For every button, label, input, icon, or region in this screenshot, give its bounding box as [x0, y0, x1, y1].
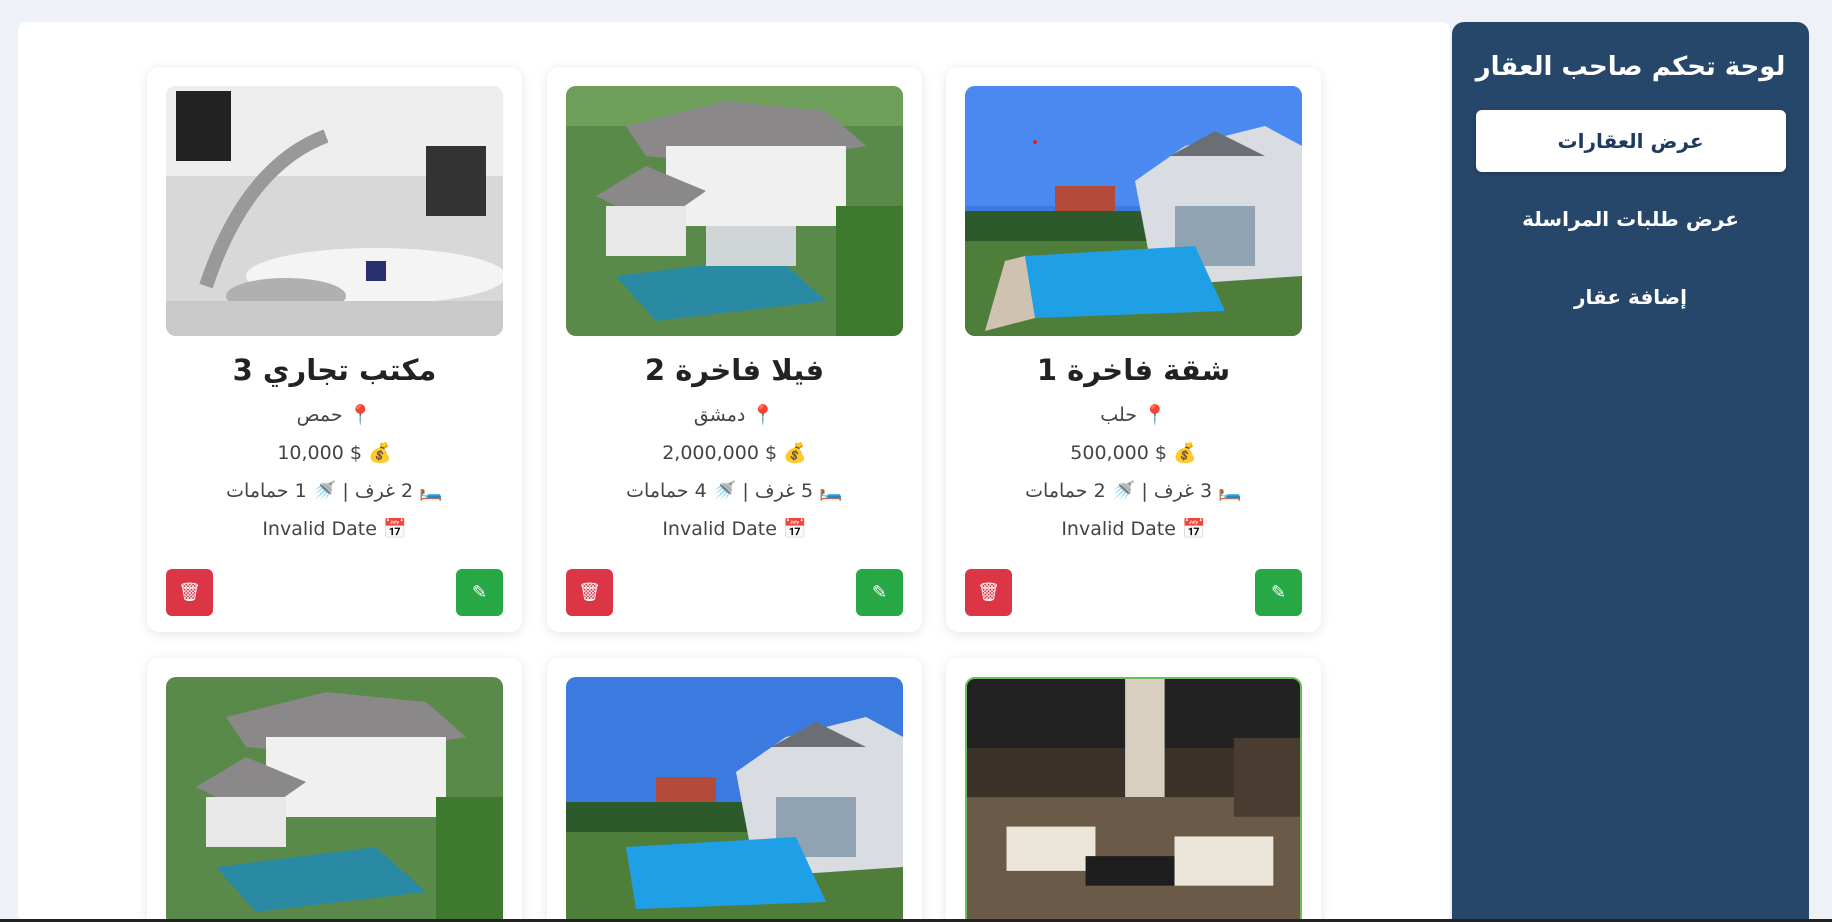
property-date: 📅 Invalid Date: [946, 517, 1321, 540]
property-rooms-baths: 🛏️ 3 غرف | 🚿 2 حمامات: [1025, 480, 1242, 502]
property-date: 📅 Invalid Date: [547, 517, 922, 540]
property-location: 📍 دمشق: [547, 403, 922, 426]
price-text: $ 2,000,000: [662, 442, 778, 464]
price-text: $ 10,000: [277, 442, 362, 464]
property-rooms-baths: 🛏️ 5 غرف | 🚿 4 حمامات: [626, 480, 843, 502]
property-location: 📍 حلب: [946, 403, 1321, 426]
property-card: مكتب تجاري 3 📍 حمص 💰 $ 10,000 🛏️ 2 غرف |…: [147, 67, 522, 632]
sidebar: لوحة تحكم صاحب العقار عرض العقارات عرض ط…: [1452, 22, 1809, 922]
shower-icon: 🚿: [1111, 480, 1136, 502]
baths-text: 4 حمامات: [626, 480, 707, 502]
property-card: [147, 658, 522, 922]
rooms-text: 5 غرف: [754, 480, 814, 502]
delete-button[interactable]: 🗑: [566, 569, 613, 616]
main-content: شقة فاخرة 1 📍 حلب 💰 $ 500,000 🛏️ 3 غرف |…: [18, 22, 1450, 922]
location-text: حمص: [296, 404, 343, 426]
rooms-text: 3 غرف: [1153, 480, 1213, 502]
property-card: [946, 658, 1321, 922]
edit-button[interactable]: ✎: [1255, 569, 1302, 616]
property-card: شقة فاخرة 1 📍 حلب 💰 $ 500,000 🛏️ 3 غرف |…: [946, 67, 1321, 632]
calendar-icon: 📅: [1181, 518, 1206, 540]
nav-view-properties[interactable]: عرض العقارات: [1475, 110, 1786, 172]
property-card: فيلا فاخرة 2 📍 دمشق 💰 $ 2,000,000 🛏️ 5 غ…: [547, 67, 922, 632]
property-image: [965, 86, 1302, 336]
location-text: حلب: [1100, 404, 1137, 426]
edit-button[interactable]: ✎: [856, 569, 903, 616]
property-card: [547, 658, 922, 922]
trash-icon: 🗑: [578, 582, 601, 603]
property-price: 💰 $ 500,000: [946, 441, 1321, 464]
property-image: [166, 86, 503, 336]
money-bag-icon: 💰: [368, 442, 392, 464]
property-image: [566, 677, 903, 922]
location-icon: 📍: [751, 404, 776, 426]
location-icon: 📍: [348, 404, 373, 426]
bed-icon: 🛏️: [819, 480, 843, 502]
dashboard-title: لوحة تحكم صاحب العقار: [1475, 52, 1786, 82]
location-text: دمشق: [693, 404, 746, 426]
calendar-icon: 📅: [782, 518, 807, 540]
property-image: [166, 677, 503, 922]
date-text: Invalid Date: [1061, 518, 1176, 540]
delete-button[interactable]: 🗑: [965, 569, 1012, 616]
property-image: [965, 677, 1302, 922]
calendar-icon: 📅: [382, 518, 407, 540]
date-text: Invalid Date: [662, 518, 777, 540]
edit-icon: ✎: [871, 582, 888, 603]
baths-text: 1 حمامات: [226, 480, 307, 502]
delete-button[interactable]: 🗑: [166, 569, 213, 616]
trash-icon: 🗑: [178, 582, 201, 603]
nav-add-property[interactable]: إضافة عقار: [1476, 266, 1786, 328]
shower-icon: 🚿: [312, 480, 337, 502]
money-bag-icon: 💰: [1173, 442, 1197, 464]
trash-icon: 🗑: [977, 582, 1000, 603]
property-location: 📍 حمص: [147, 403, 522, 426]
property-rooms-baths: 🛏️ 2 غرف | 🚿 1 حمامات: [226, 480, 443, 502]
property-title: شقة فاخرة 1: [1036, 353, 1231, 387]
baths-text: 2 حمامات: [1025, 480, 1106, 502]
property-price: 💰 $ 2,000,000: [547, 441, 922, 464]
date-text: Invalid Date: [262, 518, 377, 540]
money-bag-icon: 💰: [783, 442, 807, 464]
bed-icon: 🛏️: [419, 480, 443, 502]
bed-icon: 🛏️: [1218, 480, 1242, 502]
property-title: فيلا فاخرة 2: [644, 353, 825, 387]
edit-icon: ✎: [1270, 582, 1287, 603]
nav-view-messages[interactable]: عرض طلبات المراسلة: [1476, 188, 1786, 250]
shower-icon: 🚿: [712, 480, 737, 502]
price-text: $ 500,000: [1070, 442, 1167, 464]
rooms-text: 2 غرف: [354, 480, 414, 502]
property-image: [566, 86, 903, 336]
location-icon: 📍: [1143, 404, 1167, 426]
edit-button[interactable]: ✎: [456, 569, 503, 616]
property-price: 💰 $ 10,000: [147, 441, 522, 464]
edit-icon: ✎: [471, 582, 488, 603]
property-date: 📅 Invalid Date: [147, 517, 522, 540]
property-title: مكتب تجاري 3: [232, 353, 437, 387]
